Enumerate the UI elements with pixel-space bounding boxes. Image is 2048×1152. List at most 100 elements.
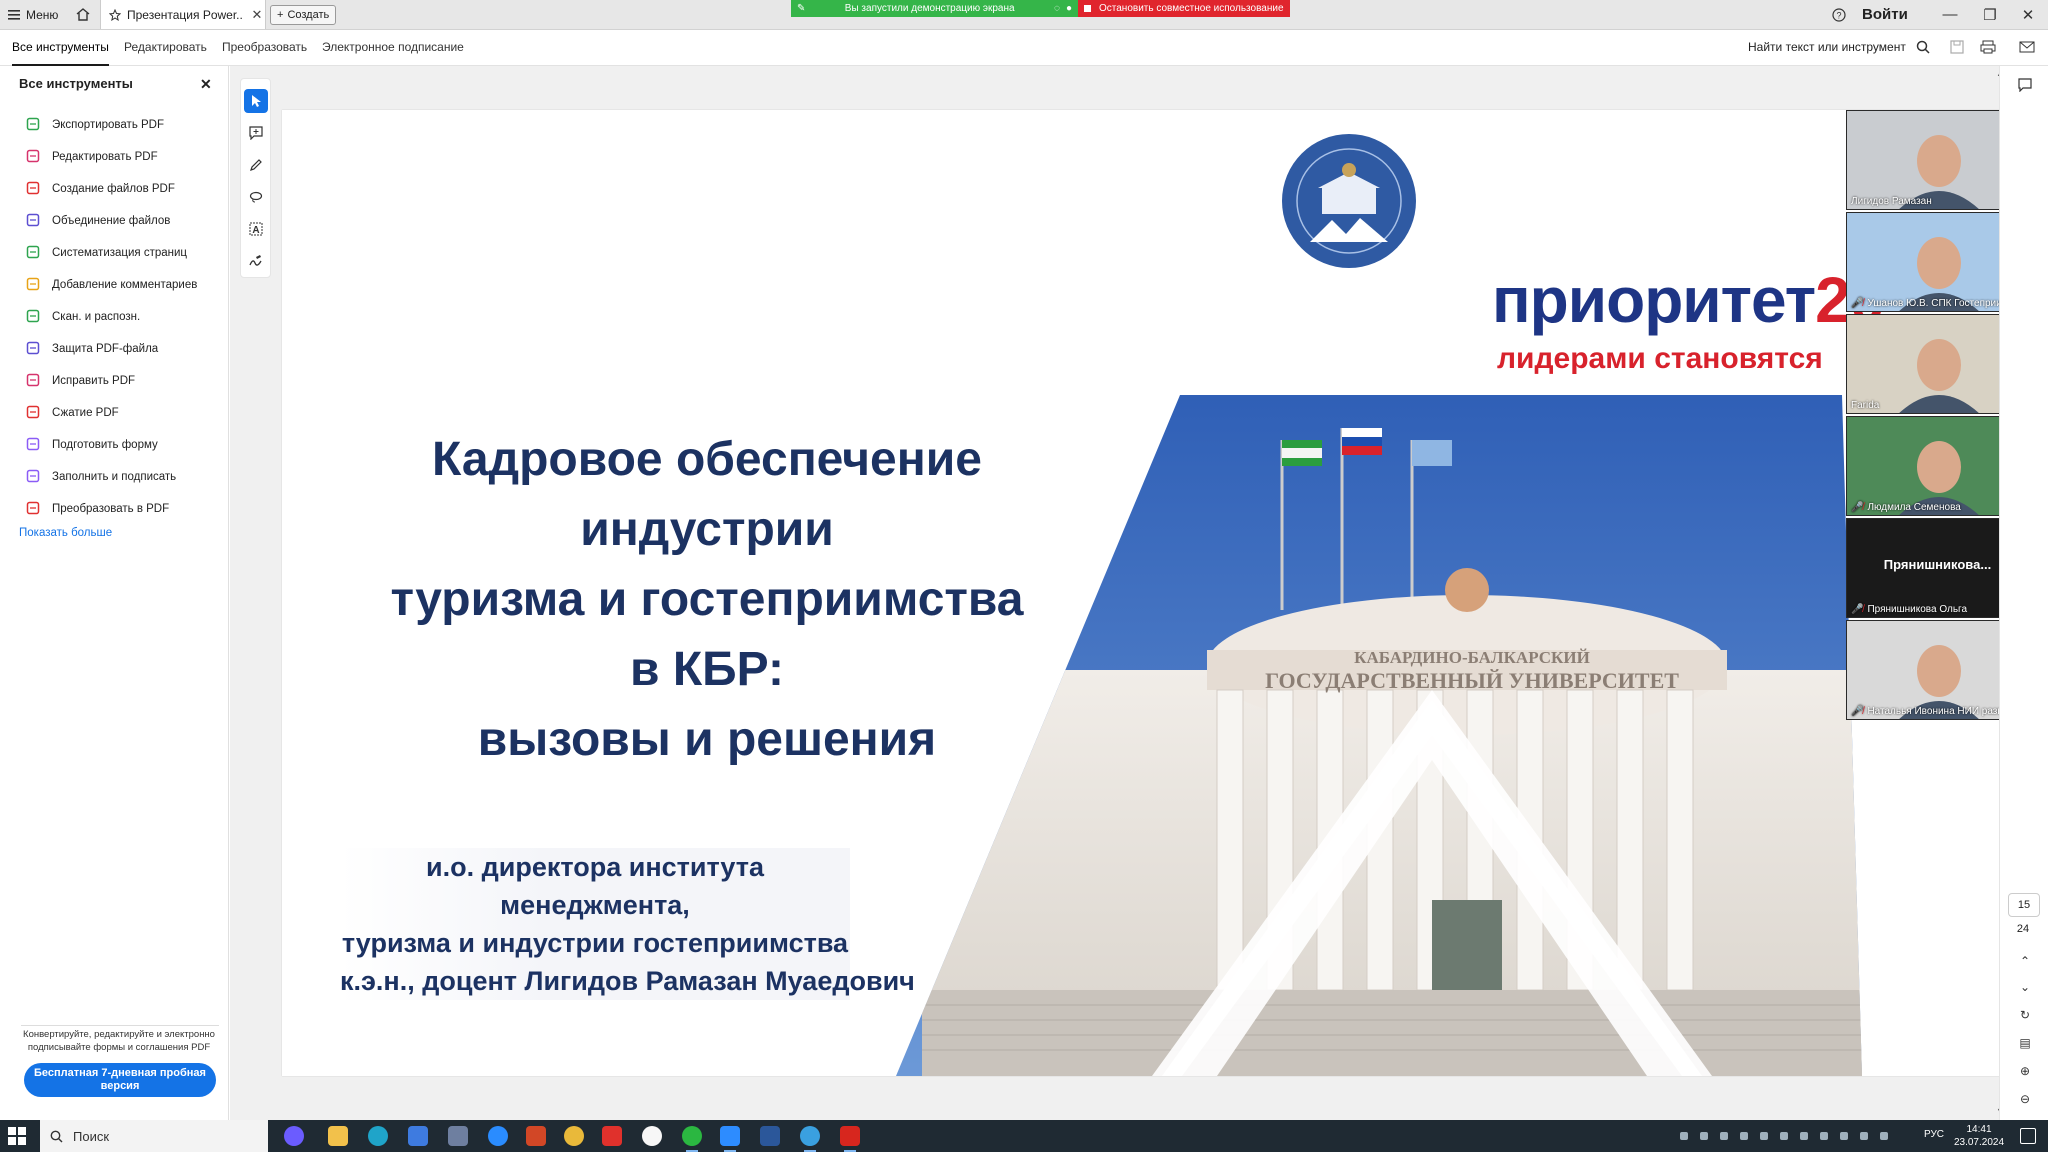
calculator-icon[interactable] — [448, 1126, 468, 1146]
menu-button[interactable]: Меню — [8, 0, 58, 29]
zoom-out-icon[interactable]: ⊖ — [2016, 1090, 2034, 1108]
sign-in-button[interactable]: Войти — [1862, 0, 1908, 29]
word-icon[interactable] — [760, 1126, 780, 1146]
zoom-app-icon[interactable] — [720, 1126, 740, 1152]
divider — [21, 1025, 219, 1026]
tab-all-tools[interactable]: Все инструменты — [12, 30, 109, 66]
tab-edit[interactable]: Редактировать — [124, 30, 207, 64]
acrobat-icon[interactable] — [840, 1126, 860, 1152]
tool-item[interactable]: Исправить PDF — [26, 370, 135, 392]
minimize-icon[interactable]: — — [1930, 0, 1970, 29]
participant-name-text: Лигидов Рамазан — [1851, 196, 1932, 207]
document-viewport[interactable]: КАБАРДИНО-БАЛКАРСКИЙ ГОСУДАРСТВЕННЫЙ УНИ… — [230, 66, 2005, 1120]
tool-item[interactable]: Объединение файлов — [26, 210, 170, 232]
slide-title-line: Кадровое обеспечение индустрии — [432, 433, 982, 556]
tray-icon[interactable] — [1820, 1132, 1828, 1140]
tray-icon[interactable] — [1760, 1132, 1768, 1140]
print-icon[interactable] — [1979, 38, 1997, 56]
participant-name: 🎤̸ Ушанов Ю.В. СПК Гостеприимс... — [1851, 298, 2022, 309]
yandex-browser-icon[interactable] — [642, 1126, 662, 1146]
text-box-icon[interactable]: A — [244, 217, 268, 241]
tool-item[interactable]: Заполнить и подписать — [26, 466, 176, 488]
chevron-up-icon[interactable]: ⌃ — [2016, 952, 2034, 970]
tool-item-label: Скан. и распозн. — [52, 311, 141, 323]
add-comment-icon[interactable] — [244, 121, 268, 145]
free-trial-button[interactable]: Бесплатная 7-дневная пробная версия — [24, 1063, 216, 1097]
help-icon: ? — [1832, 7, 1846, 22]
lasso-icon[interactable] — [244, 185, 268, 209]
create-button[interactable]: + Создать — [270, 5, 337, 25]
notifications-icon[interactable] — [2020, 1128, 2036, 1144]
screen-share-banner: ✎ Вы запустили демонстрацию экрана ◌ ● — [791, 0, 1078, 17]
close-panel-icon[interactable]: ✕ — [200, 76, 212, 93]
document-tab[interactable]: Презентация Power... ✕ — [100, 0, 266, 29]
tray-icon[interactable] — [1720, 1132, 1728, 1140]
tool-item[interactable]: Сжатие PDF — [26, 402, 119, 424]
close-tab-icon[interactable]: ✕ — [249, 7, 265, 23]
help-button[interactable]: ? — [1828, 0, 1850, 29]
page-save-icon[interactable]: ▤ — [2016, 1034, 2034, 1052]
brand-main: приоритет — [1492, 264, 1816, 336]
tool-item[interactable]: Добавление комментариев — [26, 274, 197, 296]
clock[interactable]: 14:41 23.07.2024 — [1944, 1123, 2014, 1149]
tool-item[interactable]: Редактировать PDF — [26, 146, 158, 168]
chevron-down-icon[interactable]: ⌄ — [2016, 978, 2034, 996]
powerpoint-icon[interactable] — [526, 1126, 546, 1146]
tray-icon[interactable] — [1780, 1132, 1788, 1140]
find-tool[interactable]: Найти текст или инструмент — [1748, 30, 1930, 64]
participant-name: 🎤̸ Людмила Семенова — [1851, 502, 1961, 513]
tray-icon[interactable] — [1800, 1132, 1808, 1140]
show-more-link[interactable]: Показать больше — [19, 527, 112, 539]
microphone-icon[interactable] — [1880, 1132, 1888, 1140]
tool-item[interactable]: Создание файлов PDF — [26, 178, 175, 200]
current-page-input[interactable]: 15 — [2008, 893, 2040, 917]
whatsapp-icon[interactable] — [682, 1126, 702, 1152]
file-explorer-icon[interactable] — [328, 1126, 348, 1146]
tab-e-sign[interactable]: Электронное подписание — [322, 30, 464, 64]
share-banner-text: Вы запустили демонстрацию экрана — [844, 3, 1015, 14]
draw-pencil-icon[interactable] — [244, 153, 268, 177]
comments-panel-icon[interactable] — [2016, 76, 2034, 94]
email-icon[interactable] — [2018, 38, 2036, 56]
tool-item[interactable]: Систематизация страниц — [26, 242, 187, 264]
edge-browser-icon[interactable] — [368, 1126, 388, 1146]
volume-icon[interactable] — [1860, 1132, 1868, 1140]
tray-icon[interactable] — [1740, 1132, 1748, 1140]
tool-item[interactable]: Подготовить форму — [26, 434, 158, 456]
shield-icon[interactable]: ● — [1066, 3, 1072, 14]
windows-start-icon[interactable] — [8, 1127, 26, 1145]
network-icon[interactable] — [1840, 1132, 1848, 1140]
combine-files-icon — [26, 213, 42, 229]
svg-text:?: ? — [1836, 10, 1841, 20]
tool-item[interactable]: Экспортировать PDF — [26, 114, 164, 136]
restore-icon[interactable]: ❐ — [1970, 0, 2010, 29]
yandex-icon[interactable] — [602, 1126, 622, 1146]
tray-icon[interactable] — [1700, 1132, 1708, 1140]
pencil-icon[interactable]: ✎ — [797, 3, 805, 14]
tool-item[interactable]: Преобразовать в PDF — [26, 498, 169, 520]
copilot-app-icon[interactable] — [284, 1126, 304, 1146]
pause-icon[interactable]: ◌ — [1054, 3, 1060, 14]
star-app-icon[interactable] — [408, 1126, 428, 1146]
export-pdf-icon — [26, 117, 42, 133]
language-indicator[interactable]: РУС — [1924, 1129, 1944, 1140]
close-window-icon[interactable]: ✕ — [2008, 0, 2048, 29]
home-button[interactable] — [74, 0, 92, 29]
zoom-in-icon[interactable]: ⊕ — [2016, 1062, 2034, 1080]
taskbar-search[interactable]: Поиск — [40, 1120, 268, 1152]
save-icon[interactable] — [1948, 38, 1966, 56]
chrome-icon[interactable] — [564, 1126, 584, 1146]
select-tool-icon[interactable] — [244, 89, 268, 113]
telegram-icon[interactable] — [800, 1126, 820, 1152]
sign-icon[interactable] — [244, 249, 268, 273]
star-icon[interactable] — [109, 8, 121, 21]
tool-item[interactable]: Скан. и распозн. — [26, 306, 140, 328]
stop-share-button[interactable]: Остановить совместное использование — [1078, 0, 1290, 17]
refresh-icon[interactable]: ↻ — [2016, 1006, 2034, 1024]
teamviewer-icon[interactable] — [488, 1126, 508, 1146]
title-bar: Меню Презентация Power... ✕ + Создать ✎ … — [0, 0, 2048, 30]
participant-name: 🎤̸ Прянишникова Ольга — [1851, 604, 1967, 615]
tray-icon[interactable] — [1680, 1132, 1688, 1140]
tab-convert[interactable]: Преобразовать — [222, 30, 307, 64]
tool-item[interactable]: Защита PDF-файла — [26, 338, 158, 360]
